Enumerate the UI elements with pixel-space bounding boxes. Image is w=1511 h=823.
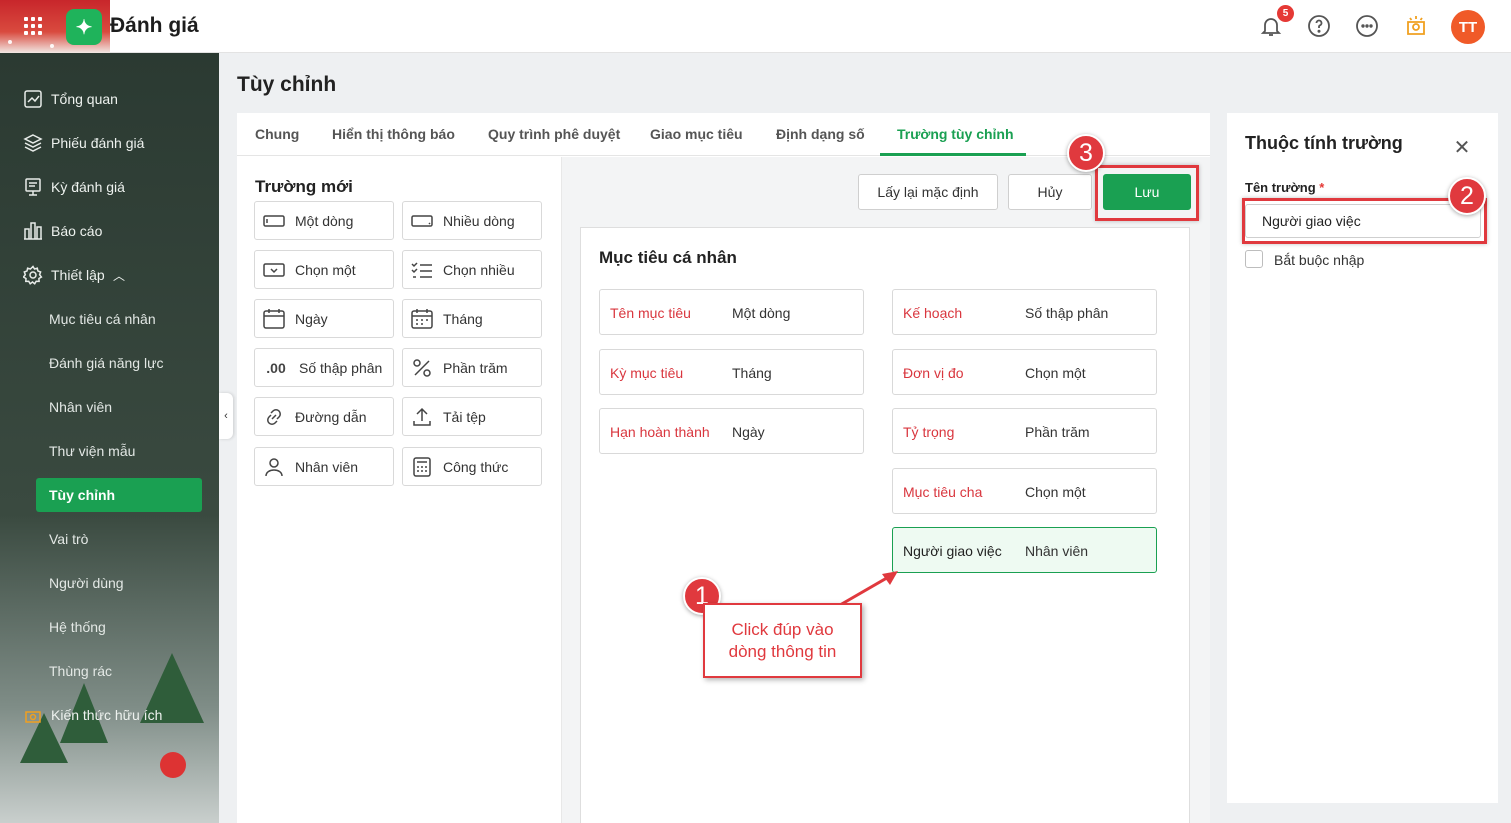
multi-line-icon [411,210,433,232]
form-title: Mục tiêu cá nhân [599,248,737,267]
field-type-formula[interactable]: Công thức [402,447,542,486]
sidebar-item-reports[interactable]: Báo cáo [0,214,219,248]
form-builder-panel: Lấy lại mặc định Hủy Lưu Mục tiêu cá nhâ… [562,157,1210,823]
santa-decoration [160,752,186,778]
decimal-icon: .00 [266,359,286,376]
field-type-link[interactable]: Đường dẫn [254,397,394,436]
top-bar: ✦ Đánh giá 5 TT [0,0,1511,53]
sidebar-item-useful-knowledge[interactable]: Kiến thức hữu ích [0,698,219,732]
form-row-goal-name[interactable]: Tên mục tiêu Một dòng [599,289,864,335]
checklist-icon [411,259,433,281]
person-icon [263,456,285,478]
cancel-button[interactable]: Hủy [1008,174,1092,210]
avatar[interactable]: TT [1451,10,1485,44]
notification-badge: 5 [1277,5,1294,22]
layers-icon [22,132,44,154]
field-type-upload[interactable]: Tải tệp [402,397,542,436]
sidebar: Tổng quan Phiếu đánh giá Kỳ đánh giá Báo… [0,53,219,823]
sidebar-item-overview[interactable]: Tổng quan [0,82,219,116]
highlight-save-button [1095,165,1199,221]
form-card: Mục tiêu cá nhân Tên mục tiêu Một dòng K… [580,227,1190,823]
chart-icon [22,88,44,110]
tab-bar: Chung Hiển thị thông báo Quy trình phê d… [237,113,1210,156]
lightbulb-icon[interactable] [1403,13,1429,39]
bell-icon[interactable]: 5 [1258,5,1294,39]
field-type-single-line[interactable]: Một dòng [254,201,394,240]
app-title: Đánh giá [110,14,199,37]
sidebar-item-customize[interactable]: Tùy chỉnh [36,478,202,512]
sidebar-item-evaluation-forms[interactable]: Phiếu đánh giá [0,126,219,160]
sidebar-item-system[interactable]: Hệ thống [0,610,219,644]
form-row-unit[interactable]: Đơn vị đo Chọn một [892,349,1157,395]
field-name-label: Tên trường * [1245,180,1325,195]
lightbulb-icon [22,704,44,726]
upload-icon [411,406,433,428]
form-row-goal-period[interactable]: Kỳ mục tiêu Tháng [599,349,864,395]
reset-default-button[interactable]: Lấy lại mặc định [858,174,998,210]
page-title: Tùy chỉnh [237,73,337,96]
report-icon [22,220,44,242]
sidebar-item-personal-goals[interactable]: Mục tiêu cá nhân [0,302,219,336]
required-checkbox-label: Bắt buộc nhập [1274,252,1365,268]
close-icon[interactable]: ✕ [1453,138,1471,158]
main-card: Chung Hiển thị thông báo Quy trình phê d… [237,113,1210,823]
percent-icon [411,357,433,379]
sidebar-item-competency[interactable]: Đánh giá năng lực [0,346,219,380]
field-type-percent[interactable]: Phần trăm [402,348,542,387]
collapse-sidebar-button[interactable]: ‹ [219,393,233,439]
properties-title: Thuộc tính trường [1245,133,1403,153]
step-2-marker: 2 [1448,177,1486,215]
step-3-marker: 3 [1067,134,1105,172]
field-type-date[interactable]: Ngày [254,299,394,338]
tab-general[interactable]: Chung [255,126,299,142]
tab-number-format[interactable]: Định dạng số [776,126,865,142]
required-checkbox[interactable] [1245,250,1263,268]
calendar-icon [263,308,285,330]
period-icon [22,176,44,198]
form-row-weight[interactable]: Tỷ trọng Phần trăm [892,408,1157,454]
app-logo: ✦ [66,9,102,45]
sidebar-item-employees[interactable]: Nhân viên [0,390,219,424]
tab-approval-process[interactable]: Quy trình phê duyệt [488,126,620,142]
more-icon[interactable] [1354,13,1380,39]
form-row-deadline[interactable]: Hạn hoàn thành Ngày [599,408,864,454]
link-icon [263,406,285,428]
new-fields-panel: Trường mới Một dòng Nhiều dòng Chọn một … [237,157,562,823]
field-type-decimal[interactable]: .00 Số thập phân [254,348,394,387]
sidebar-item-settings[interactable]: Thiết lập ︿ [0,258,219,292]
field-type-month[interactable]: Tháng [402,299,542,338]
form-row-plan[interactable]: Kế hoạch Số thập phân [892,289,1157,335]
form-row-assigner[interactable]: Người giao việc Nhân viên [892,527,1157,573]
help-icon[interactable] [1306,13,1332,39]
field-type-employee[interactable]: Nhân viên [254,447,394,486]
instruction-callout: Click đúp vào dòng thông tin [703,603,862,678]
form-row-parent-goal[interactable]: Mục tiêu cha Chọn một [892,468,1157,514]
single-line-icon [263,210,285,232]
active-tab-indicator [880,153,1026,156]
sidebar-item-evaluation-periods[interactable]: Kỳ đánh giá [0,170,219,204]
chevron-up-icon: ︿ [113,268,126,283]
tab-notifications[interactable]: Hiển thị thông báo [332,126,455,142]
dropdown-icon [263,259,285,281]
sidebar-item-template-library[interactable]: Thư viện mẫu [0,434,219,468]
calendar-month-icon [411,308,433,330]
apps-grid-icon[interactable] [24,17,42,35]
new-fields-title: Trường mới [255,177,353,196]
sidebar-item-users[interactable]: Người dùng [0,566,219,600]
gear-icon [22,264,44,286]
required-mark: * [1319,180,1325,195]
field-type-single-select[interactable]: Chọn một [254,250,394,289]
field-type-multi-line[interactable]: Nhiều dòng [402,201,542,240]
field-type-multi-select[interactable]: Chọn nhiều [402,250,542,289]
sidebar-item-roles[interactable]: Vai trò [0,522,219,556]
tab-custom-fields[interactable]: Trường tùy chỉnh [897,126,1014,142]
tab-goal-assignment[interactable]: Giao mục tiêu [650,126,743,142]
calculator-icon [411,456,433,478]
